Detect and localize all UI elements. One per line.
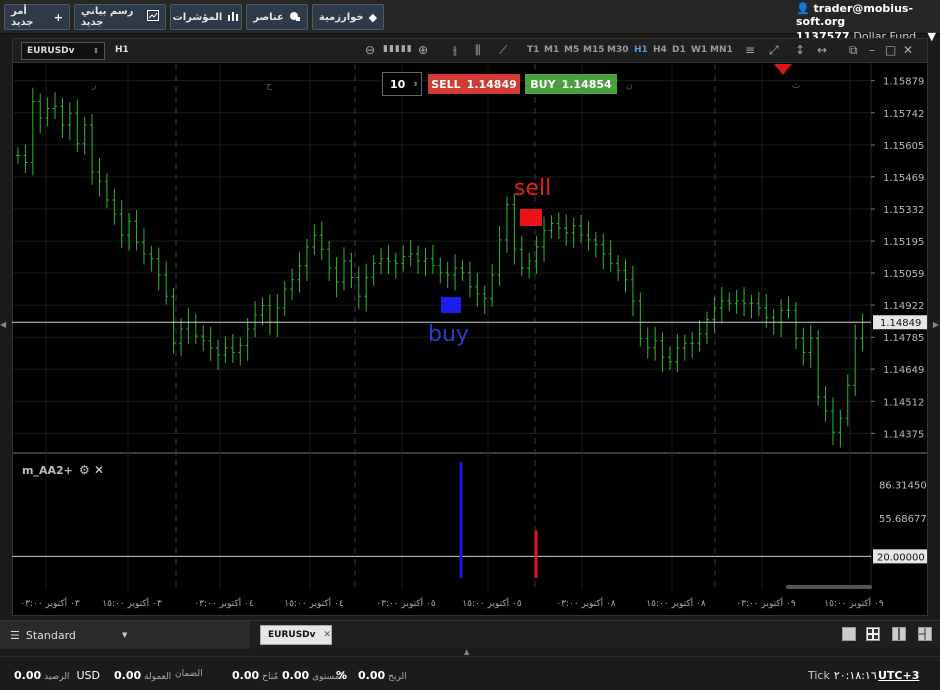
close-indicator-icon[interactable]: ✕ [94,463,104,477]
price-tick-label: 1.14785 [883,333,924,344]
price-tick-label: 1.15469 [883,173,924,184]
commission: 0.00 العمولة [114,669,171,682]
close-tab-icon[interactable]: ✕ [324,630,332,640]
margin-value: 0.00 [232,669,260,682]
indicator-tick-label: 55.68677 [879,514,927,525]
commission-label: العمولة [144,672,172,682]
tick-time-value: ٢٠:١٨:١٦ [833,669,877,682]
price-tick-label: 1.14649 [883,365,924,376]
available-label: مُتاح [262,672,279,682]
sell-button-label: SELL [431,77,461,91]
layout-single-icon[interactable] [842,627,856,641]
time-label: ٠٥ أكتوبر ٠٣:٠٠ [376,597,436,609]
menu-icon: ☰ [10,628,20,642]
level-value: % [336,669,348,682]
symbol-tab-label: EURUSDv [268,630,316,640]
sell-signal-marker [520,209,542,226]
available-value: 0.00 [282,669,310,682]
time-label: ٠٨ أكتوبر ١٥:٠٠ [646,597,706,609]
price-tick-label: 1.15059 [883,269,924,280]
day-marker: خ [266,81,272,91]
time-label: ٠٨ أكتوبر ٠٣:٠٠ [556,597,616,609]
time-label: ٠٣ أكتوبر ٠٣:٠٠ [20,597,80,609]
collapse-panel-icon[interactable]: ▲ [464,648,469,656]
price-tick-label: 1.15742 [883,109,924,120]
commission-value: 0.00 [114,669,142,682]
chart-tab-bar: ☰ Standard ▼ EURUSDv ✕ [0,620,940,649]
chart-scrollbar [786,585,872,589]
layout-rows-icon[interactable] [918,627,932,641]
level-percent: % [336,669,347,682]
price-tick-label: 1.14922 [883,301,924,312]
balance-label: الرصيد [44,672,70,682]
buy-button-label: BUY [530,77,556,91]
price-tick-label: 1.15195 [883,237,924,248]
buy-signal-label: buy [428,322,469,347]
day-marker: ر [91,81,96,91]
timezone-select[interactable]: UTC+3 [878,669,919,682]
tick-time: Tick ٢٠:١٨:١٦ [808,669,877,682]
price-tick-label: 1.15332 [883,205,924,216]
time-label: ٠٩ أكتوبر ١٥:٠٠ [824,597,884,609]
currency: USD [76,669,100,682]
caret-down-icon: ▼ [122,631,128,639]
indicator-name: m_AA2+ [22,464,73,477]
current-price-label: 1.14849 [880,318,921,329]
layout-columns-icon[interactable] [892,627,906,641]
profit-label: الربح [388,672,407,682]
margin-label: الضمان [175,669,203,679]
symbol-tab[interactable]: EURUSDv ✕ [260,625,332,645]
buy-button[interactable]: BUY 1.14854 [525,74,617,94]
available: 0.00 مُتاح [232,669,278,682]
gear-icon[interactable]: ⚙ [79,463,90,477]
quantity-input[interactable]: 10 ⇕ [382,72,422,96]
quantity-value: 10 [390,77,406,91]
indicator-level-label: 20.00000 [877,552,925,563]
indicator-tick-label: 86.31450 [879,481,927,492]
sell-price: 1.14849 [466,77,517,91]
day-marker: ث [792,81,800,91]
layout-select[interactable]: ☰ Standard ▼ [0,621,250,649]
price-tick-label: 1.14375 [883,429,924,440]
balance: 0.00 الرصيد USD [14,669,100,682]
price-tick-label: 1.15879 [883,77,924,88]
price-tick-label: 1.14512 [883,397,924,408]
tick-label: Tick [808,669,830,682]
sell-signal-label: sell [514,176,552,201]
time-label: ٠٤ أكتوبر ١٥:٠٠ [284,597,344,609]
day-marker: ن [626,81,633,91]
buy-price: 1.14854 [561,77,612,91]
status-bar: 0.00 الرصيد USD 0.00 العمولة الضمان 0.00… [0,656,940,690]
sell-button[interactable]: SELL 1.14849 [428,74,520,94]
price-tick-label: 1.15605 [883,141,924,152]
stepper-icon: ⇕ [412,80,418,88]
time-label: ٠٩ أكتوبر ٠٣:٠٠ [736,597,796,609]
buy-signal-marker [441,297,461,313]
profit-value: 0.00 [358,669,386,682]
alert-marker [774,64,792,75]
profit: 0.00 الربح [358,669,407,682]
time-label: ٠٥ أكتوبر ١٥:٠٠ [462,597,522,609]
margin: الضمان [172,669,203,679]
time-label: ٠٣ أكتوبر ١٥:٠٠ [102,597,162,609]
balance-value: 0.00 [14,669,42,682]
layout-select-value: Standard [25,628,76,642]
layout-grid-icon[interactable] [866,627,880,641]
time-label: ٠٤ أكتوبر ٠٣:٠٠ [194,597,254,609]
